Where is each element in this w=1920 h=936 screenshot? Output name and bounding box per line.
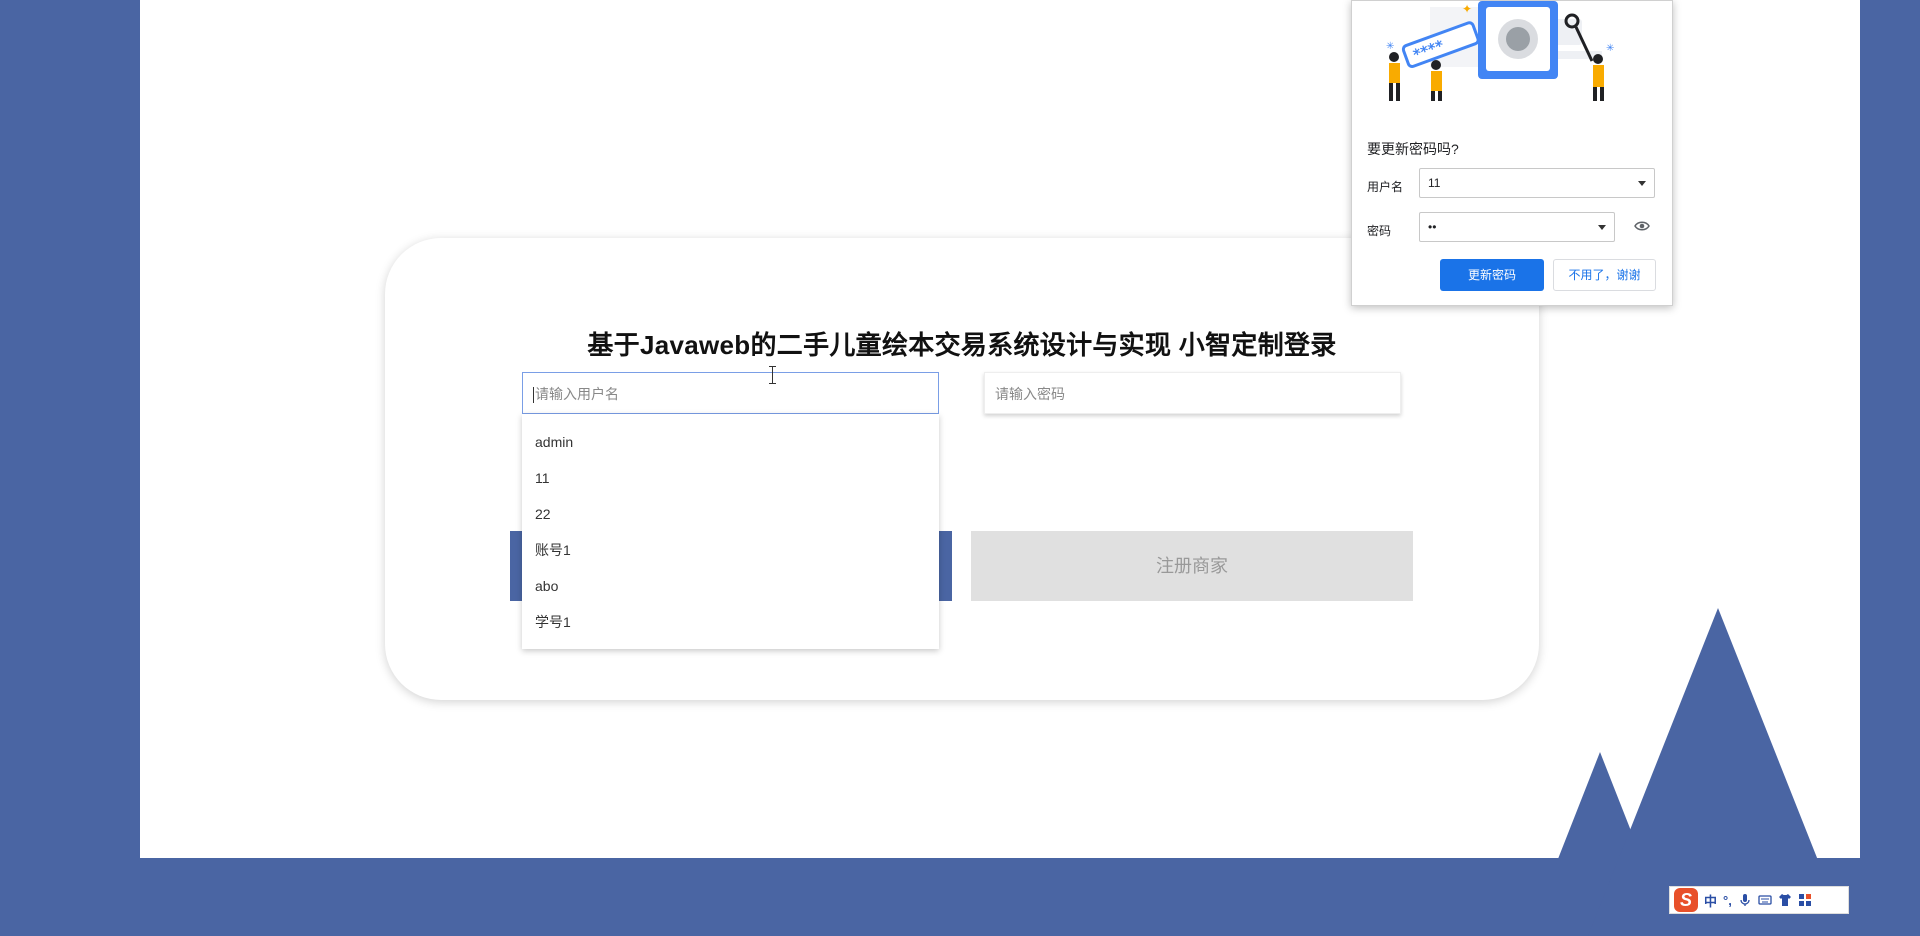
autocomplete-item[interactable]: 11 — [522, 460, 939, 496]
username-input[interactable]: 请输入用户名 — [522, 372, 939, 414]
show-password-eye-icon[interactable] — [1634, 220, 1650, 232]
username-placeholder: 请输入用户名 — [535, 386, 619, 402]
tshirt-icon[interactable] — [1778, 893, 1792, 907]
password-safe-illustration-icon: **** ✦ ✳ ✳ — [1386, 1, 1614, 101]
popup-username-value: 11 — [1428, 176, 1441, 190]
password-input[interactable]: 请输入密码 — [984, 372, 1401, 414]
popup-password-value: •• — [1428, 220, 1437, 234]
popup-password-select[interactable]: •• — [1419, 212, 1615, 242]
autocomplete-item[interactable]: 学号1 — [522, 604, 939, 640]
update-password-popup: **** ✦ ✳ ✳ 要更新密码吗? 用户名 11 密码 •• 更新密码 不用了… — [1351, 0, 1673, 306]
chevron-down-icon — [1598, 225, 1606, 230]
popup-username-label: 用户名 — [1367, 180, 1404, 194]
svg-text:✳: ✳ — [1386, 41, 1394, 52]
autocomplete-item[interactable]: 账号1 — [522, 532, 939, 568]
ime-logo-icon[interactable]: S — [1674, 888, 1698, 912]
update-password-button[interactable]: 更新密码 — [1440, 259, 1544, 291]
popup-username-select[interactable]: 11 — [1419, 168, 1655, 198]
no-thanks-button[interactable]: 不用了，谢谢 — [1553, 259, 1656, 291]
popup-password-label: 密码 — [1367, 224, 1392, 238]
ibeam-cursor-icon — [768, 366, 778, 384]
page-title: 基于Javaweb的二手儿童绘本交易系统设计与实现 小智定制登录 — [587, 330, 1337, 360]
autocomplete-item[interactable]: abo — [522, 568, 939, 604]
register-merchant-button[interactable]: 注册商家 — [971, 531, 1413, 601]
keyboard-icon[interactable] — [1758, 893, 1772, 907]
ime-toolbar: S 中 °, — [1669, 886, 1849, 914]
password-placeholder: 请输入密码 — [995, 386, 1065, 402]
chevron-down-icon — [1638, 181, 1646, 186]
svg-text:✳: ✳ — [1606, 43, 1614, 54]
username-autocomplete-dropdown: admin 11 22 账号1 abo 学号1 — [522, 414, 939, 649]
text-caret — [533, 387, 534, 404]
popup-question: 要更新密码吗? — [1367, 141, 1459, 157]
autocomplete-item[interactable]: 22 — [522, 496, 939, 532]
grid-icon[interactable] — [1798, 893, 1812, 907]
autocomplete-item[interactable]: admin — [522, 424, 939, 460]
ime-punctuation-toggle[interactable]: °, — [1723, 893, 1732, 908]
ime-mode-toggle[interactable]: 中 — [1704, 891, 1717, 910]
microphone-icon[interactable] — [1738, 893, 1752, 907]
svg-text:✦: ✦ — [1462, 2, 1472, 16]
